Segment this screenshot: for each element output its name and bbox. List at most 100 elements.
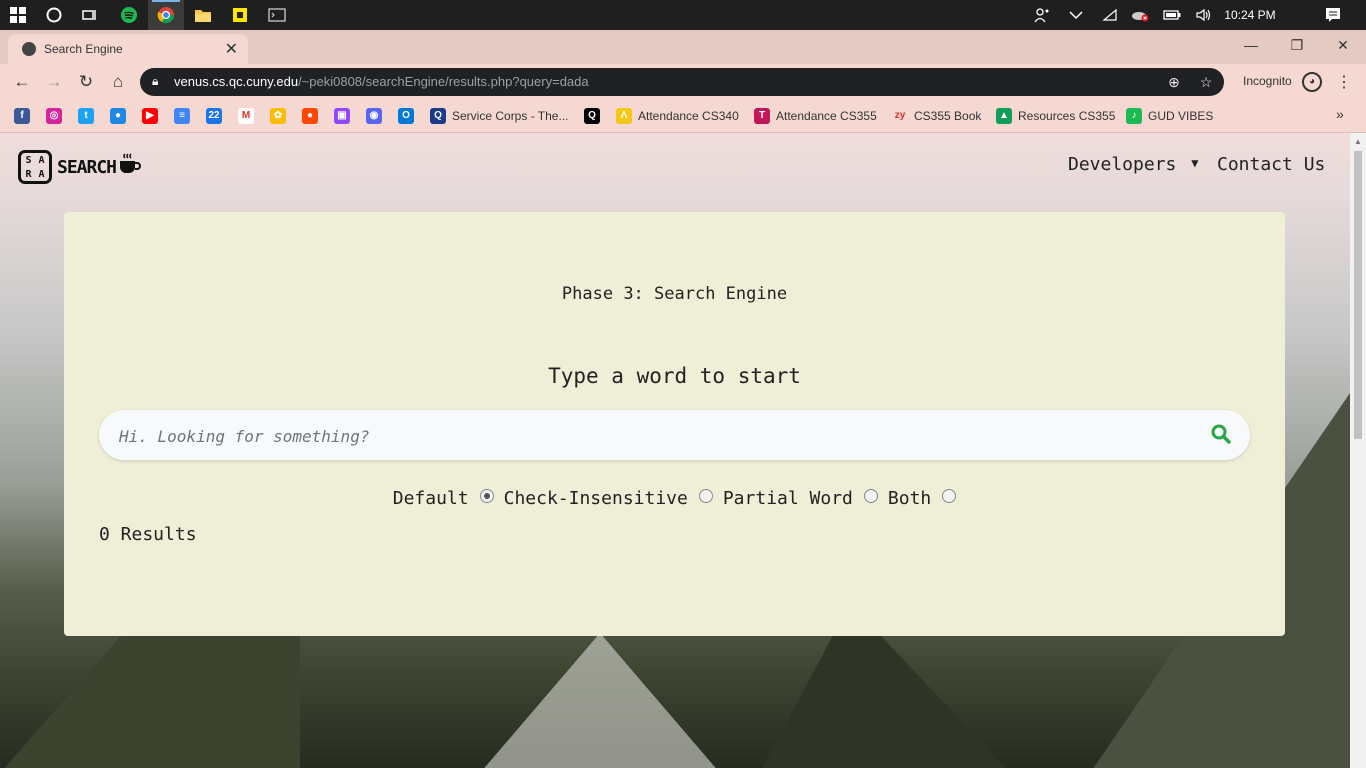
logo-text: SEARCH: [57, 156, 117, 178]
bookmark-item[interactable]: O: [398, 107, 420, 125]
browser-toolbar: ← → ↻ ⌂ 🔒︎ venus.cs.qc.cuny.edu/~peki080…: [0, 64, 1366, 100]
search-bar: [99, 410, 1250, 460]
search-option-radio[interactable]: [479, 488, 494, 503]
bookmarks-bar: f ◎ t ● ▶ ≡ 22 M ✿ ● ▣ ◉ O Q Service Corps - The... Q Λ A…: [0, 100, 1366, 133]
bookmark-item[interactable]: f: [14, 107, 36, 125]
bookmark-icon: T: [754, 108, 770, 124]
bookmark-item[interactable]: ▶: [142, 107, 164, 125]
page-scrollbar[interactable]: ▲: [1350, 133, 1366, 768]
bookmark-item[interactable]: M: [238, 107, 260, 125]
bookmark-item[interactable]: ▲ Resources CS355: [996, 107, 1115, 125]
bookmarks-more-icon[interactable]: »: [1336, 106, 1344, 122]
search-option-radio[interactable]: [698, 488, 713, 503]
bookmark-icon: ◉: [366, 108, 382, 124]
bookmark-item[interactable]: ≡: [174, 107, 196, 125]
volume-icon[interactable]: [1192, 0, 1216, 30]
chevron-up-icon[interactable]: [1064, 0, 1088, 30]
incognito-label: Incognito: [1243, 74, 1292, 88]
bookmark-item[interactable]: ●: [302, 107, 324, 125]
results-count: 0 Results: [99, 524, 197, 545]
globe-icon: [22, 42, 36, 56]
restore-button[interactable]: ❐: [1274, 30, 1320, 60]
cortana-icon[interactable]: [36, 0, 72, 30]
forward-arrow-icon[interactable]: →: [42, 70, 66, 94]
notifications-icon[interactable]: [1321, 0, 1345, 30]
terminal-icon[interactable]: [259, 0, 295, 30]
bookmark-item[interactable]: 22: [206, 107, 228, 125]
search-option-label: Partial Word: [722, 488, 853, 509]
task-view-icon[interactable]: [72, 0, 108, 30]
wifi-icon[interactable]: [1098, 0, 1122, 30]
bookmark-icon: ≡: [174, 108, 190, 124]
bookmark-item[interactable]: ▣: [334, 107, 356, 125]
home-icon[interactable]: ⌂: [106, 70, 130, 94]
search-option[interactable]: Check-Insensitive: [504, 488, 713, 509]
battery-icon[interactable]: [1160, 0, 1184, 30]
bookmark-icon: ●: [302, 108, 318, 124]
sticky-notes-icon[interactable]: [222, 0, 258, 30]
bookmark-icon: ◎: [46, 108, 62, 124]
close-tab-icon[interactable]: ✕: [225, 39, 238, 59]
people-icon[interactable]: [1030, 0, 1054, 30]
spotify-icon[interactable]: [111, 0, 147, 30]
windows-start-icon[interactable]: [0, 0, 36, 30]
bookmark-item[interactable]: Λ Attendance CS340: [616, 107, 739, 125]
bookmark-item[interactable]: ●: [110, 107, 132, 125]
incognito-icon[interactable]: ◕: [1302, 72, 1322, 92]
address-bar[interactable]: 🔒︎ venus.cs.qc.cuny.edu/~peki0808/search…: [140, 68, 1224, 96]
bookmark-icon: Λ: [616, 108, 632, 124]
chrome-icon[interactable]: [148, 0, 184, 30]
bookmark-label: GUD VIBES: [1148, 109, 1214, 123]
contact-us-link[interactable]: Contact Us: [1217, 154, 1325, 175]
bookmark-item[interactable]: t: [78, 107, 100, 125]
developers-label: Developers: [1068, 154, 1177, 175]
phase-title: Phase 3: Search Engine: [561, 284, 788, 304]
close-window-button[interactable]: ✕: [1320, 30, 1366, 60]
scrollbar-thumb[interactable]: [1354, 151, 1362, 439]
bookmark-icon: ▲: [996, 108, 1012, 124]
bookmark-item[interactable]: ◉: [366, 107, 388, 125]
search-option[interactable]: Default: [393, 488, 494, 509]
bookmark-icon: Q: [584, 108, 600, 124]
url-text: venus.cs.qc.cuny.edu/~peki0808/searchEng…: [174, 74, 589, 89]
back-arrow-icon[interactable]: ←: [10, 70, 34, 94]
zoom-icon[interactable]: ⊕: [1164, 72, 1184, 92]
search-option[interactable]: Partial Word: [723, 488, 878, 509]
search-option[interactable]: Both: [888, 488, 957, 509]
tab-title: Search Engine: [44, 42, 123, 56]
bookmark-star-icon[interactable]: ☆: [1196, 72, 1216, 92]
bookmark-item[interactable]: Q Service Corps - The...: [430, 107, 568, 125]
reload-icon[interactable]: ↻: [74, 70, 98, 94]
menu-dots-icon[interactable]: ⋮: [1336, 72, 1352, 92]
minimize-button[interactable]: —: [1228, 30, 1274, 60]
coffee-cup-icon: [118, 152, 142, 182]
bookmark-icon: t: [78, 108, 94, 124]
bookmark-icon: M: [238, 108, 254, 124]
bookmark-item[interactable]: zy CS355 Book: [892, 107, 981, 125]
bookmark-label: Service Corps - The...: [452, 109, 569, 123]
search-input[interactable]: [117, 422, 1201, 450]
bookmark-icon: O: [398, 108, 414, 124]
scroll-up-icon[interactable]: ▲: [1354, 137, 1362, 146]
windows-taskbar: 10:24 PM ✎: [0, 0, 1366, 30]
lock-icon[interactable]: 🔒︎: [152, 74, 158, 89]
bookmark-item[interactable]: T Attendance CS355: [754, 107, 877, 125]
search-card: Phase 3: Search Engine Type a word to st…: [64, 212, 1285, 636]
search-option-radio[interactable]: [863, 488, 878, 503]
bookmark-item[interactable]: ♪ GUD VIBES: [1126, 107, 1213, 125]
bookmark-icon: ●: [110, 108, 126, 124]
file-explorer-icon[interactable]: [185, 0, 221, 30]
developers-dropdown[interactable]: Developers ▼: [1068, 154, 1198, 175]
search-option-radio[interactable]: [942, 488, 957, 503]
system-clock[interactable]: 10:24 PM: [1222, 0, 1278, 30]
site-logo[interactable]: SA RA SEARCH: [18, 147, 142, 187]
caret-down-icon: ▼: [1191, 156, 1199, 170]
onedrive-error-icon[interactable]: [1128, 0, 1152, 30]
bookmark-item[interactable]: ✿: [270, 107, 292, 125]
bookmark-item[interactable]: ◎: [46, 107, 68, 125]
bookmark-item[interactable]: Q: [584, 107, 606, 125]
search-icon[interactable]: [1210, 423, 1234, 447]
bookmark-icon: ▶: [142, 108, 158, 124]
bookmark-icon: 22: [206, 108, 222, 124]
tab-search-engine[interactable]: Search Engine ✕: [8, 34, 248, 64]
